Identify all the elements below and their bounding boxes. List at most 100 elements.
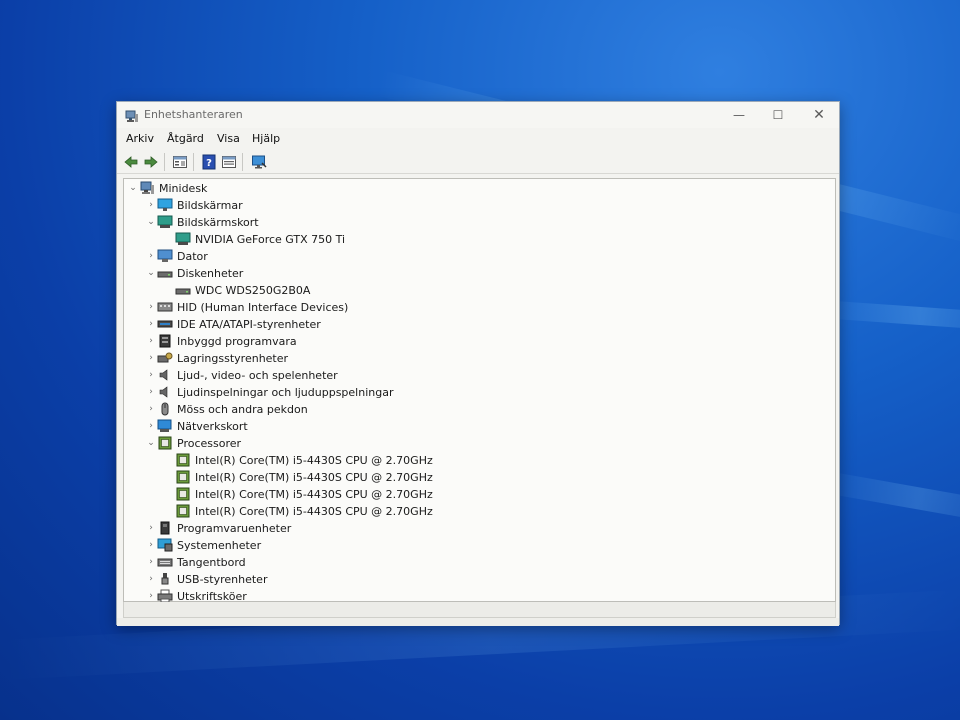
tree-node-audio-io[interactable]: › Ljudinspelningar och ljuduppspelningar — [145, 384, 393, 400]
forward-arrow-icon[interactable] — [143, 154, 159, 170]
computer-icon — [157, 249, 173, 263]
tree-node-mice[interactable]: › Möss och andra pekdon — [145, 401, 308, 417]
toolbar-separator — [164, 153, 165, 171]
collapse-chevron-icon[interactable]: ⌄ — [127, 180, 139, 196]
help-icon[interactable]: ? — [201, 154, 217, 170]
tree-node-label: Intel(R) Core(TM) i5-4430S CPU @ 2.70GHz — [195, 453, 433, 467]
network-adapter-icon — [157, 419, 173, 433]
tree-node-cpu[interactable]: Intel(R) Core(TM) i5-4430S CPU @ 2.70GHz — [163, 452, 433, 468]
device-manager-icon — [125, 108, 139, 122]
tree-node-label: Lagringsstyrenheter — [177, 351, 289, 365]
hid-icon — [157, 300, 173, 314]
title-bar[interactable]: Enhetshanteraren — ☐ ✕ — [117, 102, 839, 128]
menu-atgard[interactable]: Åtgärd — [167, 132, 204, 145]
tree-node-diskenheter[interactable]: ⌄ Diskenheter — [145, 265, 243, 281]
expand-chevron-icon[interactable]: › — [145, 384, 157, 400]
tree-node-label: Intel(R) Core(TM) i5-4430S CPU @ 2.70GHz — [195, 470, 433, 484]
disk-drive-icon — [175, 283, 191, 297]
menu-bar: Arkiv Åtgärd Visa Hjälp — [117, 128, 839, 150]
monitor-icon — [157, 198, 173, 212]
tree-node-processorer[interactable]: ⌄ Processorer — [145, 435, 241, 451]
speaker-icon — [157, 385, 173, 399]
close-button[interactable]: ✕ — [809, 106, 829, 124]
tree-node-label: Diskenheter — [177, 266, 244, 280]
tree-node-network[interactable]: › Nätverkskort — [145, 418, 248, 434]
menu-arkiv[interactable]: Arkiv — [126, 132, 154, 145]
processor-icon — [175, 487, 191, 501]
tree-node-label: Ljud-, video- och spelenheter — [177, 368, 338, 382]
tree-node-label: Utskriftsköer — [177, 589, 247, 603]
tree-node-bildskarmar[interactable]: › Bildskärmar — [145, 197, 243, 213]
expand-chevron-icon[interactable]: › — [145, 537, 157, 553]
tree-node-label: WDC WDS250G2B0A — [195, 283, 311, 297]
tree-node-gpu[interactable]: NVIDIA GeForce GTX 750 Ti — [163, 231, 345, 247]
tree-node-cpu[interactable]: Intel(R) Core(TM) i5-4430S CPU @ 2.70GHz — [163, 503, 433, 519]
storage-controller-icon — [157, 351, 173, 365]
properties-icon[interactable] — [172, 154, 188, 170]
tree-node-label: Systemenheter — [177, 538, 262, 552]
expand-chevron-icon[interactable]: › — [145, 520, 157, 536]
tree-node-label: Ljudinspelningar och ljuduppspelningar — [177, 385, 394, 399]
maximize-button[interactable]: ☐ — [768, 106, 788, 124]
firmware-icon — [157, 334, 173, 348]
tree-node-ide[interactable]: › IDE ATA/ATAPI-styrenheter — [145, 316, 321, 332]
collapse-chevron-icon[interactable]: ⌄ — [145, 435, 157, 451]
tree-node-label: Intel(R) Core(TM) i5-4430S CPU @ 2.70GHz — [195, 487, 433, 501]
menu-hjalp[interactable]: Hjälp — [252, 132, 280, 145]
tree-node-system-devices[interactable]: › Systemenheter — [145, 537, 261, 553]
back-arrow-icon[interactable] — [123, 154, 139, 170]
tree-root[interactable]: ⌄ Minidesk — [127, 180, 207, 196]
horizontal-scrollbar[interactable] — [123, 602, 836, 618]
processor-icon — [175, 504, 191, 518]
expand-chevron-icon[interactable]: › — [145, 554, 157, 570]
expand-chevron-icon[interactable]: › — [145, 197, 157, 213]
tree-node-bildskarmskort[interactable]: ⌄ Bildskärmskort — [145, 214, 259, 230]
tree-node-dator[interactable]: › Dator — [145, 248, 208, 264]
expand-chevron-icon[interactable]: › — [145, 248, 157, 264]
tree-node-label: USB-styrenheter — [177, 572, 268, 586]
tree-node-software-devices[interactable]: › Programvaruenheter — [145, 520, 291, 536]
display-adapter-icon — [157, 215, 173, 229]
toolbar-separator — [242, 153, 243, 171]
tree-root-label: Minidesk — [159, 181, 208, 195]
expand-chevron-icon[interactable]: › — [145, 350, 157, 366]
tree-node-label: Bildskärmar — [177, 198, 243, 212]
display-adapter-icon — [175, 232, 191, 246]
tree-node-keyboard[interactable]: › Tangentbord — [145, 554, 246, 570]
monitor-scan-icon[interactable] — [251, 154, 267, 170]
device-manager-window: Enhetshanteraren — ☐ ✕ Arkiv Åtgärd Visa… — [116, 101, 840, 626]
expand-chevron-icon[interactable]: › — [145, 571, 157, 587]
tree-node-storage[interactable]: › Lagringsstyrenheter — [145, 350, 288, 366]
menu-visa[interactable]: Visa — [217, 132, 240, 145]
system-device-icon — [157, 538, 173, 552]
expand-chevron-icon[interactable]: › — [145, 418, 157, 434]
tree-node-cpu[interactable]: Intel(R) Core(TM) i5-4430S CPU @ 2.70GHz — [163, 486, 433, 502]
expand-chevron-icon[interactable]: › — [145, 316, 157, 332]
toolbar: ? — [117, 150, 839, 174]
collapse-chevron-icon[interactable]: ⌄ — [145, 265, 157, 281]
usb-icon — [157, 572, 173, 586]
tree-node-label: Möss och andra pekdon — [177, 402, 308, 416]
window-title: Enhetshanteraren — [144, 108, 243, 121]
tree-node-firmware[interactable]: › Inbyggd programvara — [145, 333, 297, 349]
processor-icon — [175, 470, 191, 484]
tree-node-disk[interactable]: WDC WDS250G2B0A — [163, 282, 310, 298]
tree-node-label: HID (Human Interface Devices) — [177, 300, 349, 314]
computer-icon — [139, 181, 155, 195]
tree-node-cpu[interactable]: Intel(R) Core(TM) i5-4430S CPU @ 2.70GHz — [163, 469, 433, 485]
tree-node-label: Tangentbord — [177, 555, 246, 569]
expand-chevron-icon[interactable]: › — [145, 333, 157, 349]
minimize-button[interactable]: — — [729, 106, 749, 124]
tree-node-label: Dator — [177, 249, 208, 263]
svg-text:?: ? — [206, 158, 212, 169]
device-tree[interactable]: ⌄ Minidesk › Bildskärmar ⌄ Bildskärmskor… — [123, 178, 836, 603]
tree-node-usb[interactable]: › USB-styrenheter — [145, 571, 267, 587]
expand-chevron-icon[interactable]: › — [145, 401, 157, 417]
collapse-chevron-icon[interactable]: ⌄ — [145, 214, 157, 230]
expand-chevron-icon[interactable]: › — [145, 367, 157, 383]
expand-chevron-icon[interactable]: › — [145, 299, 157, 315]
tree-node-hid[interactable]: › HID (Human Interface Devices) — [145, 299, 348, 315]
status-bar — [117, 618, 839, 626]
view-icon[interactable] — [221, 154, 237, 170]
tree-node-audio-video[interactable]: › Ljud-, video- och spelenheter — [145, 367, 338, 383]
